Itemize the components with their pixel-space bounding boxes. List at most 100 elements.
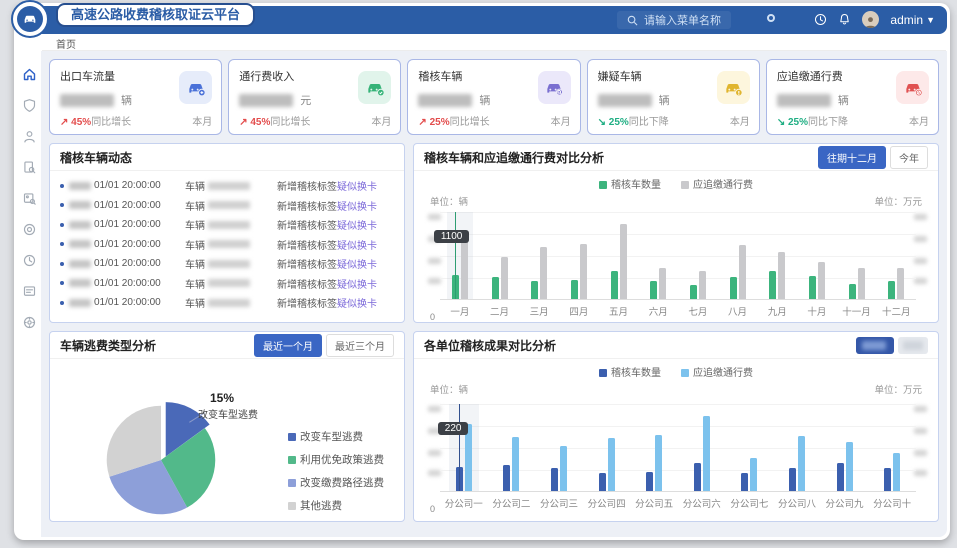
bullet-icon: [60, 223, 64, 227]
past-twelve-months-button[interactable]: 往期十二月: [818, 146, 886, 169]
stat-cards-row: 出口车流量 辆 ↗ 45%同比增长本月 通行费收入 元 ↗ 45%同比增长本月 …: [49, 59, 939, 135]
bar: [769, 271, 776, 299]
tag-link[interactable]: 疑似换卡: [337, 221, 377, 232]
period-label: 本月: [909, 113, 929, 128]
tooltip-marker-line: [459, 404, 460, 491]
y-axis-unit-left: 单位：辆: [430, 382, 468, 396]
file-search-icon[interactable]: [22, 160, 37, 175]
image-search-icon[interactable]: [22, 191, 37, 206]
blurred-date: [69, 260, 91, 268]
x-axis-labels: 一月二月三月四月五月六月七月八月九月十月十一月十二月: [440, 304, 916, 318]
page-title: 高速公路收费稽核取证云平台: [56, 3, 255, 27]
panel-title: 稽核车辆动态: [60, 149, 132, 166]
trend: ↗ 45%同比增长: [60, 113, 131, 128]
card-unit: 辆: [838, 92, 849, 108]
bar-group: [837, 212, 877, 299]
history-clock-icon[interactable]: [22, 253, 37, 268]
legend-item: 其他逃费: [288, 498, 384, 513]
user-avatar[interactable]: [862, 11, 879, 28]
menu-search-input[interactable]: 请输入菜单名称: [617, 11, 731, 29]
bell-icon[interactable]: [838, 13, 851, 26]
last-three-months-button[interactable]: 最近三个月: [326, 334, 394, 357]
blurred-plate: [208, 201, 250, 209]
monthly-comparison-panel: 稽核车辆和应追缴通行费对比分析 往期十二月 今年 稽核车数量 应追缴通行费 单位…: [413, 143, 939, 323]
x-axis-label: 分公司五: [630, 496, 678, 510]
bar: [837, 463, 844, 491]
x-axis-label: 七月: [678, 304, 718, 318]
tag-link[interactable]: 疑似换卡: [337, 241, 377, 252]
list-item: 01/01 20:00:00车辆新增稽核标签疑似换卡: [60, 293, 394, 313]
bar: [809, 276, 816, 299]
bar: [650, 281, 657, 299]
event-tag: 新增稽核标签疑似换卡: [277, 217, 394, 232]
bar-group: [480, 212, 520, 299]
this-year-button[interactable]: 今年: [890, 146, 928, 169]
x-axis-label: 九月: [757, 304, 797, 318]
x-axis-label: 一月: [440, 304, 480, 318]
bar-group: [876, 212, 916, 299]
toggle-inactive-blurred-button[interactable]: [898, 337, 928, 354]
bar: [531, 281, 538, 299]
blurred-value: [60, 94, 114, 107]
breadcrumb[interactable]: 首页: [56, 36, 76, 51]
legend-item: 稽核车数量: [599, 364, 661, 379]
event-vehicle: 车辆: [185, 237, 277, 252]
car-logo-icon: [22, 11, 38, 27]
user-icon[interactable]: [22, 129, 37, 144]
bar: [699, 271, 706, 299]
x-axis-label: 四月: [559, 304, 599, 318]
event-tag: 新增稽核标签疑似换卡: [277, 237, 394, 252]
bar: [858, 268, 865, 299]
chart-tooltip: 1100: [434, 230, 470, 243]
clock-icon[interactable]: [814, 13, 827, 26]
bar-chart-units: 220: [440, 404, 916, 492]
x-axis-label: 分公司三: [535, 496, 583, 510]
bar: [540, 247, 547, 299]
period-label: 本月: [551, 113, 571, 128]
bar: [897, 268, 904, 299]
blurred-date: [69, 279, 91, 287]
bar: [730, 277, 737, 299]
tag-link[interactable]: 疑似换卡: [337, 182, 377, 193]
tag-link[interactable]: 疑似换卡: [337, 280, 377, 291]
x-axis-label: 分公司十: [868, 496, 916, 510]
event-time: 01/01 20:00:00: [69, 278, 185, 289]
y-axis-zero: 0: [430, 504, 435, 514]
activity-list: 01/01 20:00:00车辆新增稽核标签疑似换卡01/01 20:00:00…: [50, 171, 404, 313]
tag-link[interactable]: 疑似换卡: [337, 260, 377, 271]
bar-group: [535, 404, 583, 491]
shield-icon[interactable]: [22, 98, 37, 113]
car-search-icon: [538, 71, 571, 104]
record-icon[interactable]: [22, 222, 37, 237]
bar-group: [773, 404, 821, 491]
form-icon[interactable]: [22, 284, 37, 299]
x-axis-label: 分公司六: [678, 496, 726, 510]
bar: [503, 465, 510, 491]
list-item: 01/01 20:00:00车辆新增稽核标签疑似换卡: [60, 215, 394, 235]
tag-link[interactable]: 疑似换卡: [337, 299, 377, 310]
event-vehicle: 车辆: [185, 295, 277, 310]
x-axis-label: 分公司二: [488, 496, 536, 510]
period-label: 本月: [192, 113, 212, 128]
tag-link[interactable]: 疑似换卡: [337, 202, 377, 213]
bar-group: 1100: [440, 212, 480, 299]
search-icon: [627, 15, 638, 26]
settings-icon[interactable]: [22, 315, 37, 330]
bar: [849, 284, 856, 299]
blurred-plate: [208, 182, 250, 190]
y-axis-ticks-right: [914, 404, 928, 492]
blurred-date: [69, 221, 91, 229]
x-axis-label: 十一月: [837, 304, 877, 318]
blurred-plate: [208, 260, 250, 268]
toggle-active-blurred-button[interactable]: [856, 337, 894, 354]
unit-results-panel: 各单位稽核成果对比分析 稽核车数量 应追缴通行费 单位：辆 单位：万元: [413, 331, 939, 522]
list-item: 01/01 20:00:00车辆新增稽核标签疑似换卡: [60, 274, 394, 294]
evasion-type-panel: 车辆逃费类型分析 最近一个月 最近三个月 15% 改变车型逃费 改变车型逃费 利…: [49, 331, 405, 522]
bar: [818, 262, 825, 299]
search-placeholder: 请输入菜单名称: [644, 12, 721, 28]
bar: [703, 416, 710, 491]
home-icon[interactable]: [22, 67, 37, 82]
last-month-button[interactable]: 最近一个月: [254, 334, 322, 357]
list-item: 01/01 20:00:00车辆新增稽核标签疑似换卡: [60, 176, 394, 196]
user-menu[interactable]: admin ▼: [890, 13, 935, 27]
